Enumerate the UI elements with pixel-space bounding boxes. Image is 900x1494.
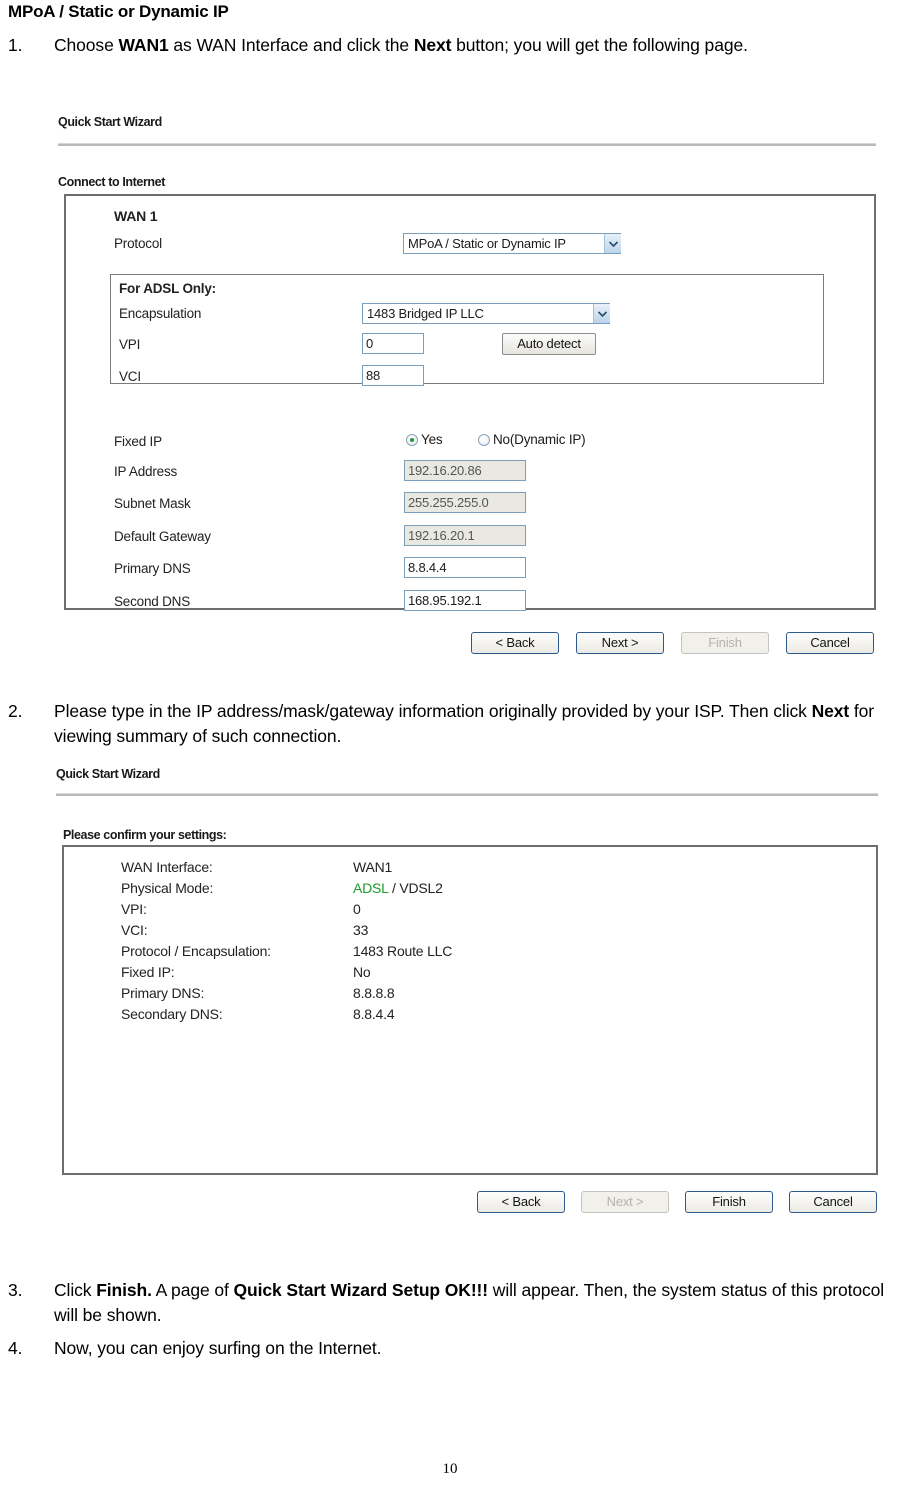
step-1: 1. Choose WAN1 as WAN Interface and clic… [8, 33, 888, 58]
wizard-confirm-title: Quick Start Wizard [56, 767, 160, 781]
screenshot-quick-start-wizard-connect: Quick Start Wizard Connect to Internet W… [0, 105, 900, 675]
step-1-number: 1. [8, 35, 23, 55]
summary-key: Physical Mode: [121, 880, 214, 896]
vpi-label: VPI [119, 337, 141, 352]
confirm-cancel-button[interactable]: Cancel [789, 1191, 877, 1213]
finish-button: Finish [681, 632, 769, 654]
fixed-ip-yes-option[interactable]: Yes [406, 432, 443, 447]
step-1-seg-1: WAN1 [118, 35, 169, 55]
summary-key: Protocol / Encapsulation: [121, 943, 271, 959]
ip-address-label: IP Address [114, 464, 178, 479]
protocol-label: Protocol [114, 236, 162, 251]
step-1-seg-4: button; you will get the following page. [451, 35, 748, 55]
title-divider [58, 143, 876, 146]
fixed-ip-no-option[interactable]: No(Dynamic IP) [478, 432, 586, 447]
summary-value: 33 [353, 922, 369, 938]
summary-row-fixed-ip: Fixed IP: No [121, 964, 721, 985]
ip-address-input[interactable]: 192.16.20.86 [404, 460, 526, 481]
summary-row-primary-dns: Primary DNS: 8.8.8.8 [121, 985, 721, 1006]
summary-key: Secondary DNS: [121, 1006, 223, 1022]
summary-value: No [353, 964, 371, 980]
vci-label: VCI [119, 369, 141, 384]
connect-to-internet-label: Connect to Internet [58, 175, 165, 189]
step-2-number: 2. [8, 701, 23, 721]
screenshot-quick-start-wizard-confirm: Quick Start Wizard Please confirm your s… [0, 760, 900, 1230]
fixed-ip-label: Fixed IP [114, 434, 162, 449]
confirm-settings-panel: WAN Interface: WAN1 Physical Mode: ADSL … [62, 845, 878, 1175]
step-3-number: 3. [8, 1280, 23, 1300]
encapsulation-select[interactable]: 1483 Bridged IP LLC [362, 303, 610, 324]
radio-yes-icon[interactable] [406, 433, 418, 446]
step-3-seg-3: Quick Start Wizard Setup OK!!! [233, 1280, 489, 1300]
primary-dns-label: Primary DNS [114, 561, 191, 576]
step-2-text: Please type in the IP address/mask/gatew… [54, 699, 900, 749]
summary-value: 0 [353, 901, 361, 917]
page-title: MPoA / Static or Dynamic IP [8, 2, 229, 21]
subnet-mask-label: Subnet Mask [114, 496, 191, 511]
summary-value: 8.8.4.4 [353, 1006, 395, 1022]
confirm-title-divider [56, 793, 878, 796]
second-dns-label: Second DNS [114, 594, 191, 609]
step-2-seg-1: Next [811, 701, 850, 721]
summary-value: 1483 Route LLC [353, 943, 453, 959]
cancel-button[interactable]: Cancel [786, 632, 874, 654]
auto-detect-button[interactable]: Auto detect [502, 333, 596, 355]
step-4-number: 4. [8, 1338, 23, 1358]
protocol-select[interactable]: MPoA / Static or Dynamic IP [403, 233, 621, 254]
wizard-title: Quick Start Wizard [58, 115, 162, 129]
summary-row-wan-interface: WAN Interface: WAN1 [121, 859, 721, 880]
default-gateway-label: Default Gateway [114, 529, 211, 544]
wan1-heading: WAN 1 [114, 208, 158, 224]
for-adsl-only-box: For ADSL Only: Encapsulation 1483 Bridge… [110, 274, 824, 386]
step-4-text: Now, you can enjoy surfing on the Intern… [54, 1338, 382, 1358]
second-dns-input[interactable]: 168.95.192.1 [404, 590, 526, 611]
fixed-ip-no-label: No(Dynamic IP) [493, 432, 586, 447]
step-3-text: Click Finish. A page of Quick Start Wiza… [54, 1278, 896, 1328]
summary-value: 8.8.8.8 [353, 985, 395, 1001]
connect-to-internet-panel: WAN 1 Protocol MPoA / Static or Dynamic … [64, 194, 876, 611]
summary-row-physical-mode: Physical Mode: ADSL / VDSL2 [121, 880, 721, 901]
step-3-seg-0: Click [54, 1280, 97, 1300]
vpi-input[interactable]: 0 [362, 333, 424, 354]
physical-mode-active: ADSL [353, 880, 389, 896]
summary-key: VPI: [121, 901, 147, 917]
step-3-seg-2: A page of [151, 1280, 234, 1300]
step-3: 3. Click Finish. A page of Quick Start W… [8, 1278, 896, 1328]
radio-no-icon[interactable] [478, 433, 490, 446]
confirm-next-button: Next > [581, 1191, 669, 1213]
step-2-seg-0: Please type in the IP address/mask/gatew… [54, 701, 812, 721]
step-1-text: Choose WAN1 as WAN Interface and click t… [54, 33, 888, 58]
confirm-finish-button[interactable]: Finish [685, 1191, 773, 1213]
summary-value: WAN1 [353, 859, 393, 875]
step-1-seg-3: Next [413, 35, 452, 55]
next-button[interactable]: Next > [576, 632, 664, 654]
confirm-settings-label: Please confirm your settings: [63, 828, 227, 842]
chevron-down-icon-protocol[interactable] [604, 234, 621, 253]
summary-key: Primary DNS: [121, 985, 205, 1001]
back-button[interactable]: < Back [471, 632, 559, 654]
page-number: 10 [442, 1461, 458, 1477]
chevron-down-icon-encapsulation[interactable] [593, 304, 610, 323]
step-1-seg-2: as WAN Interface and click the [168, 35, 414, 55]
encapsulation-label: Encapsulation [119, 306, 202, 321]
default-gateway-input[interactable]: 192.16.20.1 [404, 525, 526, 546]
step-2: 2. Please type in the IP address/mask/ga… [8, 699, 900, 749]
step-4: 4. Now, you can enjoy surfing on the Int… [8, 1336, 896, 1361]
summary-row-vci: VCI: 33 [121, 922, 721, 943]
summary-key: VCI: [121, 922, 148, 938]
subnet-mask-input[interactable]: 255.255.255.0 [404, 492, 526, 513]
vci-input[interactable]: 88 [362, 365, 424, 386]
summary-key: WAN Interface: [121, 859, 213, 875]
for-adsl-only-label: For ADSL Only: [119, 281, 216, 296]
summary-row-secondary-dns: Secondary DNS: 8.8.4.4 [121, 1006, 721, 1027]
summary-value: ADSL / VDSL2 [353, 880, 443, 896]
summary-key: Fixed IP: [121, 964, 175, 980]
primary-dns-input[interactable]: 8.8.4.4 [404, 557, 526, 578]
summary-row-protocol-encapsulation: Protocol / Encapsulation: 1483 Route LLC [121, 943, 721, 964]
step-1-seg-0: Choose [54, 35, 119, 55]
fixed-ip-yes-label: Yes [421, 432, 443, 447]
step-3-seg-1: Finish. [96, 1280, 152, 1300]
summary-row-vpi: VPI: 0 [121, 901, 721, 922]
confirm-back-button[interactable]: < Back [477, 1191, 565, 1213]
